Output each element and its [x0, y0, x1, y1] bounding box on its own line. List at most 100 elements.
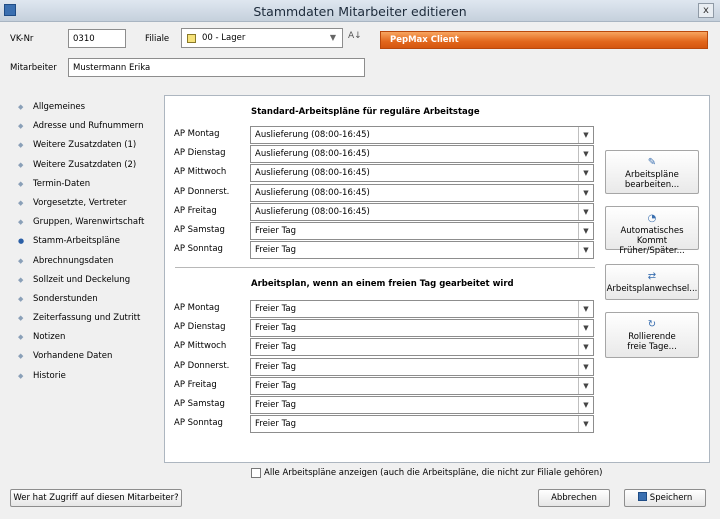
sidebar-item[interactable]: ◆ Allgemeines	[14, 98, 164, 117]
filiale-label: Filiale	[145, 34, 170, 44]
sidebar-item[interactable]: ◆ Abrechnungsdaten	[14, 252, 164, 271]
chevron-down-icon[interactable]: ▼	[578, 301, 593, 317]
work-plan-select[interactable]: Freier Tag ▼	[250, 415, 594, 434]
swap-icon: ⇄	[647, 271, 657, 282]
work-plan-select[interactable]: Freier Tag ▼	[250, 357, 594, 376]
schedule-edit-icon: ✎	[647, 157, 657, 168]
work-plan-select[interactable]: Freier Tag ▼	[250, 300, 594, 318]
sidebar-item[interactable]: ◆ Historie	[14, 367, 164, 386]
side-action-button[interactable]: ⇄ Arbeitsplanwechsel...	[605, 264, 699, 300]
side-button-label: Arbeitsplanwechsel...	[606, 284, 698, 294]
show-all-checkbox[interactable]	[251, 468, 261, 478]
work-plan-select[interactable]: Freier Tag ▼	[250, 376, 594, 395]
day-label: AP Mittwoch	[174, 341, 227, 352]
chevron-down-icon[interactable]: ▼	[578, 242, 593, 259]
sidebar-item-label: Abrechnungsdaten	[33, 255, 114, 266]
chevron-down-icon[interactable]: ▼	[578, 223, 593, 239]
vknr-field[interactable]: 0310	[68, 29, 126, 48]
sidebar-item[interactable]: ◆ Sollzeit und Deckelung	[14, 271, 164, 290]
clock-icon: ◔	[647, 213, 657, 224]
sidebar-item-label: Stamm-Arbeitspläne	[33, 236, 121, 247]
work-plan-select[interactable]: Auslieferung (08:00-16:45) ▼	[250, 183, 594, 202]
dialog-body: VK-Nr 0310 Filiale 00 - Lager ▼ A↓ PepMa…	[0, 22, 720, 519]
sort-az-icon[interactable]: A↓	[348, 31, 362, 41]
side-button-label-2: bearbeiten...	[624, 180, 680, 190]
save-icon	[637, 492, 647, 501]
sidebar-item[interactable]: ◆ Zeiterfassung und Zutritt	[14, 309, 164, 328]
sidebar-item-label: Allgemeines	[33, 102, 86, 112]
client-banner: PepMax Client	[380, 31, 708, 49]
sidebar-nav: ◆ Allgemeines ◆ Adresse und Rufnummern ◆ Weit…	[14, 98, 164, 386]
side-action-button[interactable]: ↻ Rollierende freie Tage...	[605, 312, 699, 358]
bullet-icon: ◆	[18, 198, 24, 207]
work-plan-select[interactable]: Auslieferung (08:00-16:45) ▼	[250, 145, 594, 164]
work-plan-value: Freier Tag	[255, 323, 296, 334]
chevron-down-icon[interactable]: ▼	[327, 31, 339, 45]
save-button[interactable]: Speichern	[624, 489, 706, 507]
day-label: AP Freitag	[174, 379, 217, 390]
chevron-down-icon[interactable]: ▼	[578, 165, 593, 182]
bullet-icon: ◆	[18, 103, 24, 111]
sidebar-item[interactable]: ◆ Adresse und Rufnummern	[14, 117, 164, 136]
sidebar-item[interactable]: ◆ Sonderstunden	[14, 290, 164, 309]
access-button[interactable]: Wer hat Zugriff auf diesen Mitarbeiter?	[10, 489, 182, 507]
section-divider	[175, 267, 595, 268]
work-plan-select[interactable]: Freier Tag ▼	[250, 241, 594, 260]
work-plan-select[interactable]: Freier Tag ▼	[250, 222, 594, 240]
chevron-down-icon[interactable]: ▼	[578, 397, 593, 413]
work-plan-select[interactable]: Auslieferung (08:00-16:45) ▼	[250, 126, 594, 144]
mitarbeiter-label: Mitarbeiter	[10, 63, 57, 73]
sidebar-item-label: Adresse und Rufnummern	[33, 121, 144, 132]
chevron-down-icon[interactable]: ▼	[578, 358, 593, 375]
bullet-icon: ●	[18, 237, 25, 246]
bullet-icon: ◆	[18, 179, 24, 188]
bullet-icon: ◆	[18, 314, 24, 323]
work-plan-value: Freier Tag	[255, 400, 296, 410]
chevron-down-icon[interactable]: ▼	[578, 184, 593, 201]
work-plan-value: Auslieferung (08:00-16:45)	[255, 130, 370, 140]
sidebar-item[interactable]: ◆ Notizen	[14, 328, 164, 347]
filiale-value: 00 - Lager	[202, 33, 246, 43]
day-label: AP Montag	[174, 303, 220, 313]
mitarbeiter-field[interactable]: Mustermann Erika	[68, 58, 365, 77]
sidebar-item[interactable]: ◆ Weitere Zusatzdaten (2)	[14, 156, 164, 175]
day-label: AP Montag	[174, 129, 220, 139]
day-label: AP Freitag	[174, 205, 217, 216]
sidebar-item[interactable]: ◆ Gruppen, Warenwirtschaft	[14, 213, 164, 232]
chevron-down-icon[interactable]: ▼	[578, 339, 593, 356]
chevron-down-icon[interactable]: ▼	[578, 203, 593, 220]
filiale-select[interactable]: 00 - Lager ▼	[181, 28, 343, 48]
side-action-button[interactable]: ✎ Arbeitspläne bearbeiten...	[605, 150, 699, 194]
work-plan-value: Freier Tag	[255, 226, 296, 236]
vknr-label: VK-Nr	[10, 34, 34, 44]
work-plan-select[interactable]: Freier Tag ▼	[250, 396, 594, 414]
day-label: AP Sonntag	[174, 244, 223, 255]
bullet-icon: ◆	[18, 294, 24, 303]
sidebar-item[interactable]: ◆ Vorgesetzte, Vertreter	[14, 194, 164, 213]
work-plan-value: Freier Tag	[255, 419, 296, 430]
work-plan-select[interactable]: Freier Tag ▼	[250, 319, 594, 338]
day-label: AP Dienstag	[174, 148, 226, 159]
sidebar-item[interactable]: ● Stamm-Arbeitspläne	[14, 232, 164, 251]
day-label: AP Sonntag	[174, 418, 223, 429]
show-all-label: Alle Arbeitspläne anzeigen (auch die Arb…	[264, 468, 603, 478]
bullet-icon: ◆	[18, 352, 24, 361]
work-plan-select[interactable]: Freier Tag ▼	[250, 338, 594, 357]
chevron-down-icon[interactable]: ▼	[578, 416, 593, 433]
work-plan-select[interactable]: Auslieferung (08:00-16:45) ▼	[250, 202, 594, 221]
chevron-down-icon[interactable]: ▼	[578, 127, 593, 143]
work-plan-value: Freier Tag	[255, 361, 296, 372]
chevron-down-icon[interactable]: ▼	[578, 320, 593, 337]
sidebar-item[interactable]: ◆ Termin-Daten	[14, 175, 164, 194]
side-action-button[interactable]: ◔ Automatisches Kommt Früher/Später...	[605, 206, 699, 256]
cancel-button[interactable]: Abbrechen	[538, 489, 610, 507]
title-bar: Stammdaten Mitarbeiter editieren x	[0, 0, 720, 22]
sidebar-item[interactable]: ◆ Vorhandene Daten	[14, 347, 164, 366]
sidebar-item-label: Termin-Daten	[33, 178, 91, 189]
work-plan-select[interactable]: Auslieferung (08:00-16:45) ▼	[250, 164, 594, 183]
sidebar-item[interactable]: ◆ Weitere Zusatzdaten (1)	[14, 136, 164, 155]
chevron-down-icon[interactable]: ▼	[578, 377, 593, 394]
close-icon[interactable]: x	[698, 3, 714, 18]
chevron-down-icon[interactable]: ▼	[578, 146, 593, 163]
side-button-label-2: Früher/Später...	[619, 246, 685, 256]
